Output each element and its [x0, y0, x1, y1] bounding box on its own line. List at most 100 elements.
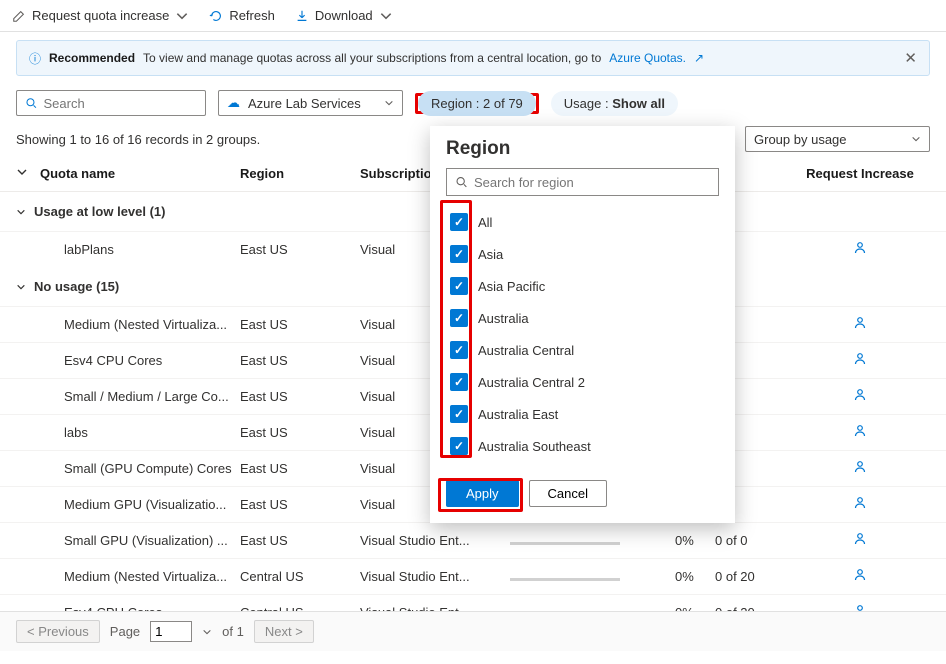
- quota-name: Small / Medium / Large Co...: [40, 389, 240, 404]
- request-increase-button[interactable]: [852, 607, 868, 611]
- close-banner-button[interactable]: ✕: [904, 49, 917, 67]
- download-label: Download: [315, 8, 373, 23]
- recommendation-banner: ⓘ Recommended To view and manage quotas …: [16, 40, 930, 76]
- region-value: East US: [240, 353, 360, 368]
- region-value: East US: [240, 242, 360, 257]
- region-option-label: Australia Central: [478, 343, 574, 358]
- download-button[interactable]: Download: [295, 8, 393, 23]
- page-input[interactable]: [150, 621, 192, 642]
- table-row[interactable]: Medium (Nested Virtualiza... Central US …: [0, 558, 946, 594]
- highlight-region-pill: Region : 2 of 79: [415, 93, 539, 114]
- chevron-down-icon: [16, 206, 26, 218]
- region-option[interactable]: ✓Asia: [446, 238, 715, 270]
- banner-label: Recommended: [49, 51, 135, 65]
- quota-value: 0 of 20: [715, 569, 790, 584]
- chevron-down-icon: [379, 9, 393, 23]
- checkbox-icon[interactable]: ✓: [450, 373, 468, 391]
- usage-bar: [510, 605, 675, 611]
- region-search-wrap[interactable]: [446, 168, 719, 196]
- groupby-value: Group by usage: [754, 132, 847, 147]
- results-status: Showing 1 to 16 of 16 records in 2 group…: [16, 132, 260, 147]
- refresh-button[interactable]: Refresh: [209, 8, 275, 23]
- region-option[interactable]: ✓ Australia Central: [446, 334, 715, 366]
- service-dropdown[interactable]: ☁ Azure Lab Services: [218, 90, 403, 116]
- apply-button[interactable]: Apply: [446, 480, 519, 507]
- region-option-list[interactable]: ✓All✓Asia✓Asia Pacific✓Australia✓Austral…: [446, 206, 719, 466]
- region-value: East US: [240, 389, 360, 404]
- region-option[interactable]: ✓Australia Central 2: [446, 366, 715, 398]
- region-option[interactable]: ✓All: [446, 206, 715, 238]
- request-increase-button[interactable]: [852, 499, 868, 514]
- prev-page-button[interactable]: < Previous: [16, 620, 100, 643]
- checkbox-icon[interactable]: ✓: [450, 277, 468, 295]
- checkbox-icon[interactable]: ✓: [450, 309, 468, 327]
- region-value: East US: [240, 425, 360, 440]
- pagination-footer: < Previous Page of 1 Next >: [0, 612, 946, 651]
- usage-pct: 0%: [675, 533, 715, 548]
- next-page-button[interactable]: Next >: [254, 620, 314, 643]
- quota-name: Esv4 CPU Cores: [40, 605, 240, 611]
- chevron-down-icon[interactable]: [16, 166, 28, 178]
- search-input[interactable]: [44, 96, 198, 111]
- checkbox-icon[interactable]: ✓: [450, 437, 468, 455]
- request-quota-button[interactable]: Request quota increase: [12, 8, 189, 23]
- region-option-label: Australia East: [478, 407, 558, 422]
- banner-text: To view and manage quotas across all you…: [143, 51, 601, 65]
- popup-title: Region: [446, 138, 719, 160]
- checkbox-icon[interactable]: ✓: [450, 341, 468, 359]
- quota-name: Small (GPU Compute) Cores: [40, 461, 240, 476]
- region-filter-pill[interactable]: Region : 2 of 79: [418, 91, 536, 116]
- request-increase-button[interactable]: [852, 427, 868, 442]
- groupby-dropdown[interactable]: Group by usage: [745, 126, 930, 152]
- chevron-down-icon[interactable]: [202, 627, 212, 637]
- column-region[interactable]: Region: [240, 166, 360, 181]
- region-option[interactable]: ✓Australia Southeast: [446, 430, 715, 462]
- request-increase-button[interactable]: [852, 355, 868, 370]
- quota-name: labs: [40, 425, 240, 440]
- service-value: Azure Lab Services: [248, 96, 361, 111]
- request-increase-button[interactable]: [852, 244, 868, 259]
- quota-name: Medium (Nested Virtualiza...: [40, 317, 240, 332]
- region-option-label: Australia: [478, 311, 529, 326]
- info-icon: ⓘ: [29, 50, 41, 67]
- usage-filter-pill[interactable]: Usage : Show all: [551, 91, 678, 116]
- checkbox-icon[interactable]: ✓: [450, 245, 468, 263]
- column-request-increase: Request Increase: [790, 166, 930, 181]
- request-increase-button[interactable]: [852, 391, 868, 406]
- external-icon: ↗: [694, 51, 704, 65]
- region-option[interactable]: ✓ Australia East: [446, 398, 715, 430]
- quota-name: Medium GPU (Visualizatio...: [40, 497, 240, 512]
- region-value: East US: [240, 461, 360, 476]
- checkbox-icon[interactable]: ✓: [450, 213, 468, 231]
- region-option[interactable]: ✓ Australia: [446, 302, 715, 334]
- request-increase-button[interactable]: [852, 571, 868, 586]
- region-option-label: Asia Pacific: [478, 279, 545, 294]
- table-row[interactable]: Esv4 CPU Cores Central US Visual Studio …: [0, 594, 946, 611]
- page-total: of 1: [222, 624, 244, 639]
- cancel-button[interactable]: Cancel: [529, 480, 607, 507]
- region-filter-popup: Region ✓All✓Asia✓Asia Pacific✓Australia✓…: [430, 126, 735, 523]
- azure-quotas-link[interactable]: Azure Quotas.: [609, 51, 686, 65]
- table-row[interactable]: Small GPU (Visualization) ... East US Vi…: [0, 522, 946, 558]
- search-input-wrap[interactable]: [16, 90, 206, 116]
- region-value: East US: [240, 497, 360, 512]
- quota-value: 0 of 20: [715, 605, 790, 611]
- chevron-down-icon: [384, 98, 394, 108]
- region-value: Central US: [240, 569, 360, 584]
- usage-pct: 0%: [675, 569, 715, 584]
- cloud-icon: ☁: [227, 95, 240, 111]
- refresh-icon: [209, 9, 223, 23]
- checkbox-icon[interactable]: ✓: [450, 405, 468, 423]
- request-increase-button[interactable]: [852, 319, 868, 334]
- chevron-down-icon: [175, 9, 189, 23]
- subscription-value: Visual Studio Ent: [360, 605, 510, 611]
- request-increase-button[interactable]: [852, 535, 868, 550]
- chevron-down-icon: [911, 134, 921, 144]
- region-value: East US: [240, 317, 360, 332]
- region-value: Central US: [240, 605, 360, 611]
- region-option[interactable]: ✓ Asia Pacific: [446, 270, 715, 302]
- column-quota-name[interactable]: Quota name: [40, 166, 240, 181]
- region-search-input[interactable]: [474, 175, 710, 190]
- request-increase-button[interactable]: [852, 463, 868, 478]
- search-icon: [25, 96, 38, 110]
